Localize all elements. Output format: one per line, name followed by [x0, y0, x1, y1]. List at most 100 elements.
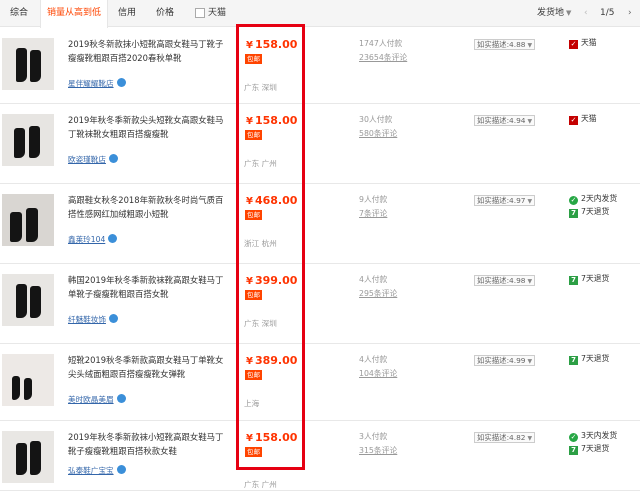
- review-count-link[interactable]: 580条评论: [359, 128, 397, 139]
- review-count-link[interactable]: 295条评论: [359, 288, 397, 299]
- review-count-link[interactable]: 315条评论: [359, 445, 397, 456]
- shop-name[interactable]: 弘泰鞋广宝宝: [68, 466, 114, 475]
- review-count-link[interactable]: 23654条评论: [359, 52, 407, 63]
- sales-count: 4人付款: [359, 275, 388, 284]
- service-tag[interactable]: 7 7天退货: [569, 353, 609, 365]
- boot-shape: [16, 284, 27, 318]
- service-label: 3天内发货: [581, 431, 618, 440]
- rating-dropdown[interactable]: 如实描述:4.98 ▼: [474, 275, 536, 286]
- product-thumbnail[interactable]: [2, 38, 54, 90]
- ship-from-dropdown[interactable]: 发货地 ▼: [537, 0, 571, 27]
- free-shipping-badge: 包邮: [245, 130, 262, 140]
- service-label: 7天退货: [581, 444, 610, 453]
- chat-icon[interactable]: [116, 394, 126, 403]
- product-title[interactable]: 2019年秋冬季新款尖头短靴女高跟女鞋马丁靴袜靴女粗跟百搭瘦瘦靴: [68, 113, 228, 141]
- currency-symbol: ¥: [246, 276, 253, 287]
- rating-dropdown[interactable]: 如实描述:4.88 ▼: [474, 39, 536, 50]
- shop-link[interactable]: 欧姿瑾靴店: [68, 154, 118, 165]
- product-thumbnail[interactable]: [2, 114, 54, 166]
- chat-icon[interactable]: [116, 465, 126, 474]
- shop-link[interactable]: 纤魅鞋妆饰: [68, 314, 118, 325]
- review-count-link[interactable]: 104条评论: [359, 368, 397, 379]
- service-tag[interactable]: ✓ 2天内发货: [569, 193, 617, 205]
- ship-from-label: 发货地: [537, 8, 565, 18]
- shop-link[interactable]: 美时欧晶美眉: [68, 394, 126, 405]
- service-tag[interactable]: 7 7天退货: [569, 206, 609, 218]
- service-tag[interactable]: ✓ 天猫: [569, 113, 597, 125]
- shop-link[interactable]: 弘泰鞋广宝宝: [68, 465, 126, 476]
- ship-location: 广东 广州: [244, 159, 277, 168]
- chevron-down-icon: ▼: [527, 435, 533, 442]
- shop-name[interactable]: 欧姿瑾靴店: [68, 155, 106, 164]
- product-thumbnail[interactable]: [2, 274, 54, 326]
- tab-comprehensive[interactable]: 综合: [2, 0, 36, 27]
- ship-location: 广东 广州: [244, 480, 277, 489]
- shop-name[interactable]: 纤魅鞋妆饰: [68, 315, 106, 324]
- shop-name[interactable]: 星伴耀耀靴店: [68, 79, 114, 88]
- service-tag[interactable]: 7 7天退货: [569, 443, 609, 455]
- chat-icon[interactable]: [116, 78, 126, 87]
- tab-price[interactable]: 价格: [148, 0, 182, 27]
- chevron-down-icon: ▼: [566, 9, 572, 17]
- free-shipping-badge: 包邮: [245, 290, 262, 300]
- product-price: ¥158.00: [246, 114, 297, 127]
- boot-shape: [30, 286, 41, 318]
- chat-icon[interactable]: [108, 154, 118, 163]
- boot-shape: [16, 48, 27, 82]
- service-tag[interactable]: ✓ 3天内发货: [569, 430, 617, 442]
- tmall-filter-label[interactable]: 天猫: [208, 0, 226, 27]
- chevron-down-icon: ▼: [527, 278, 533, 285]
- shop-name[interactable]: 鑫莱玲104: [68, 235, 105, 244]
- product-row: 2019年秋冬季新款尖头短靴女高跟女鞋马丁靴袜靴女粗跟百搭瘦瘦靴欧姿瑾靴店 ¥15…: [0, 104, 640, 184]
- review-count-link[interactable]: 7条评论: [359, 208, 387, 219]
- price-value: 158.00: [254, 431, 298, 444]
- service-tag[interactable]: ✓ 天猫: [569, 37, 597, 49]
- boot-shape: [30, 50, 41, 82]
- price-value: 158.00: [254, 38, 298, 51]
- product-title[interactable]: 2019年秋冬季新款袜小短靴高跟女鞋马丁靴子瘦瘦靴粗跟百搭秋款女鞋: [68, 430, 228, 458]
- tab-sales-desc[interactable]: 销量从高到低: [40, 0, 108, 28]
- currency-symbol: ¥: [246, 433, 253, 444]
- rating-text: 如实描述:4.94: [477, 116, 526, 125]
- product-title[interactable]: 2019秋冬新款抹小短靴高跟女鞋马丁靴子瘦瘦靴粗跟百搭2020春秋单靴: [68, 37, 228, 65]
- product-thumbnail[interactable]: [2, 431, 54, 483]
- chat-icon[interactable]: [108, 314, 118, 323]
- rating-dropdown[interactable]: 如实描述:4.82 ▼: [474, 432, 536, 443]
- chat-icon[interactable]: [108, 234, 118, 243]
- chevron-down-icon: ▼: [527, 358, 533, 365]
- return-icon: 7: [569, 356, 578, 365]
- tab-credit[interactable]: 信用: [110, 0, 144, 27]
- tmall-checkbox[interactable]: [195, 8, 205, 18]
- product-price: ¥389.00: [246, 354, 297, 367]
- ship-location: 浙江 杭州: [244, 239, 277, 248]
- price-value: 158.00: [254, 114, 298, 127]
- currency-symbol: ¥: [246, 40, 253, 51]
- shop-link[interactable]: 鑫莱玲104: [68, 234, 118, 245]
- service-tag[interactable]: 7 7天退货: [569, 273, 609, 285]
- tmall-icon: ✓: [569, 116, 578, 125]
- boot-shape: [26, 208, 38, 242]
- rating-dropdown[interactable]: 如实描述:4.97 ▼: [474, 195, 536, 206]
- product-title[interactable]: 韩国2019年秋冬季新款袜靴高跟女鞋马丁单靴子瘦瘦靴粗跟百搭女靴: [68, 273, 228, 301]
- price-value: 468.00: [254, 194, 298, 207]
- product-thumbnail[interactable]: [2, 194, 54, 246]
- boot-shape: [10, 212, 22, 242]
- chevron-down-icon: ▼: [527, 198, 533, 205]
- product-title[interactable]: 高跟鞋女秋冬2018年新款秋冬时尚气质百搭性感网红加绒粗跟小短靴: [68, 193, 228, 221]
- product-title[interactable]: 短靴2019秋冬季新款高跟女鞋马丁单靴女尖头绒面粗跟百搭瘦瘦靴女弹靴: [68, 353, 228, 381]
- price-value: 389.00: [254, 354, 298, 367]
- delivery-icon: ✓: [569, 196, 578, 205]
- rating-text: 如实描述:4.98: [477, 276, 526, 285]
- boot-shape: [12, 376, 20, 400]
- chevron-down-icon: ▼: [527, 118, 533, 125]
- rating-dropdown[interactable]: 如实描述:4.94 ▼: [474, 115, 536, 126]
- service-label: 7天退货: [581, 354, 610, 363]
- shop-name[interactable]: 美时欧晶美眉: [68, 395, 114, 404]
- chevron-left-icon[interactable]: ‹: [584, 8, 588, 18]
- rating-dropdown[interactable]: 如实描述:4.99 ▼: [474, 355, 536, 366]
- product-thumbnail[interactable]: [2, 354, 54, 406]
- return-icon: 7: [569, 446, 578, 455]
- currency-symbol: ¥: [246, 356, 253, 367]
- shop-link[interactable]: 星伴耀耀靴店: [68, 78, 126, 89]
- chevron-right-icon[interactable]: ›: [628, 8, 632, 18]
